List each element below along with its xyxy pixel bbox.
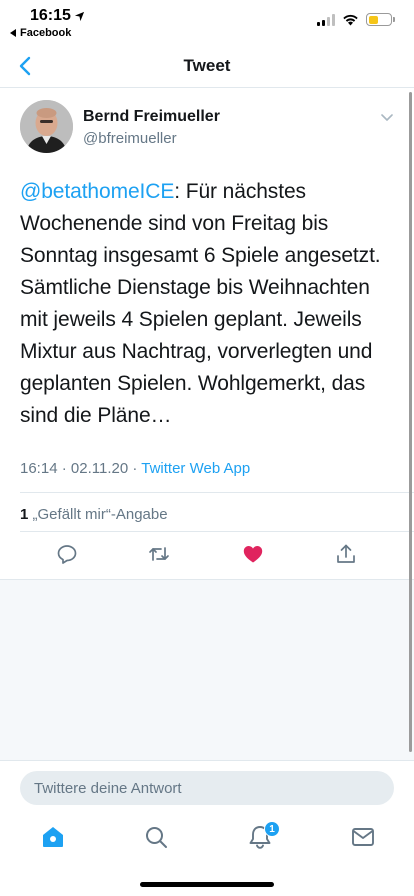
tab-bar: 1 — [0, 812, 414, 896]
status-time: 16:15 — [30, 7, 85, 25]
likes-count-link[interactable]: 1 „Gefällt mir“-Angabe — [20, 506, 168, 523]
heart-icon[interactable] — [242, 543, 264, 565]
tweet-actions — [0, 543, 414, 573]
like-label: „Gefällt mir“-Angabe — [32, 506, 168, 523]
tweet-source-link[interactable]: Twitter Web App — [141, 460, 250, 477]
tweet-meta: 16:14 · 02.11.20 · Twitter Web App — [20, 460, 250, 477]
home-icon[interactable] — [40, 824, 66, 850]
status-time-text: 16:15 — [30, 7, 71, 24]
empty-replies-area — [0, 580, 414, 760]
back-to-app-button[interactable]: Facebook — [10, 27, 71, 39]
nav-bar: Tweet — [0, 44, 414, 88]
retweet-icon[interactable] — [148, 543, 170, 565]
meta-separator: · — [132, 460, 138, 477]
tweet-date: 02.11.20 — [70, 460, 129, 477]
cellular-signal-icon — [317, 13, 335, 26]
chevron-down-icon[interactable] — [380, 110, 394, 124]
meta-separator: · — [61, 460, 67, 477]
back-triangle-icon — [10, 29, 16, 37]
divider — [20, 531, 414, 532]
author-name[interactable]: Bernd Freimueller — [83, 108, 220, 126]
mail-icon[interactable] — [350, 824, 376, 850]
mention-link[interactable]: @betathomeICE — [20, 180, 174, 203]
avatar-image — [20, 100, 73, 153]
reply-icon[interactable] — [56, 543, 78, 565]
tweet-detail: Bernd Freimueller @bfreimueller @betatho… — [0, 88, 414, 580]
status-bar: 16:15 Facebook — [0, 0, 414, 44]
tweet-text: @betathomeICE: Für nächstes Wochenende s… — [20, 176, 400, 432]
scrollbar[interactable] — [409, 92, 412, 752]
back-app-label: Facebook — [20, 27, 72, 39]
tweet-time: 16:14 — [20, 460, 58, 477]
share-icon[interactable] — [335, 543, 357, 565]
location-arrow-icon — [74, 11, 85, 21]
divider — [20, 492, 414, 493]
avatar[interactable] — [20, 100, 73, 153]
page-title: Tweet — [183, 56, 231, 75]
author-handle[interactable]: @bfreimueller — [83, 130, 177, 147]
search-icon[interactable] — [143, 824, 169, 850]
reply-input[interactable] — [20, 771, 394, 805]
like-count: 1 — [20, 506, 29, 523]
notification-badge: 1 — [264, 821, 280, 837]
status-icons — [317, 13, 395, 26]
wifi-icon — [343, 14, 358, 26]
tweet-body: : Für nächstes Wochenende sind von Freit… — [20, 180, 381, 427]
reply-bar — [0, 760, 414, 812]
battery-icon — [366, 13, 395, 26]
home-indicator[interactable] — [140, 882, 274, 887]
